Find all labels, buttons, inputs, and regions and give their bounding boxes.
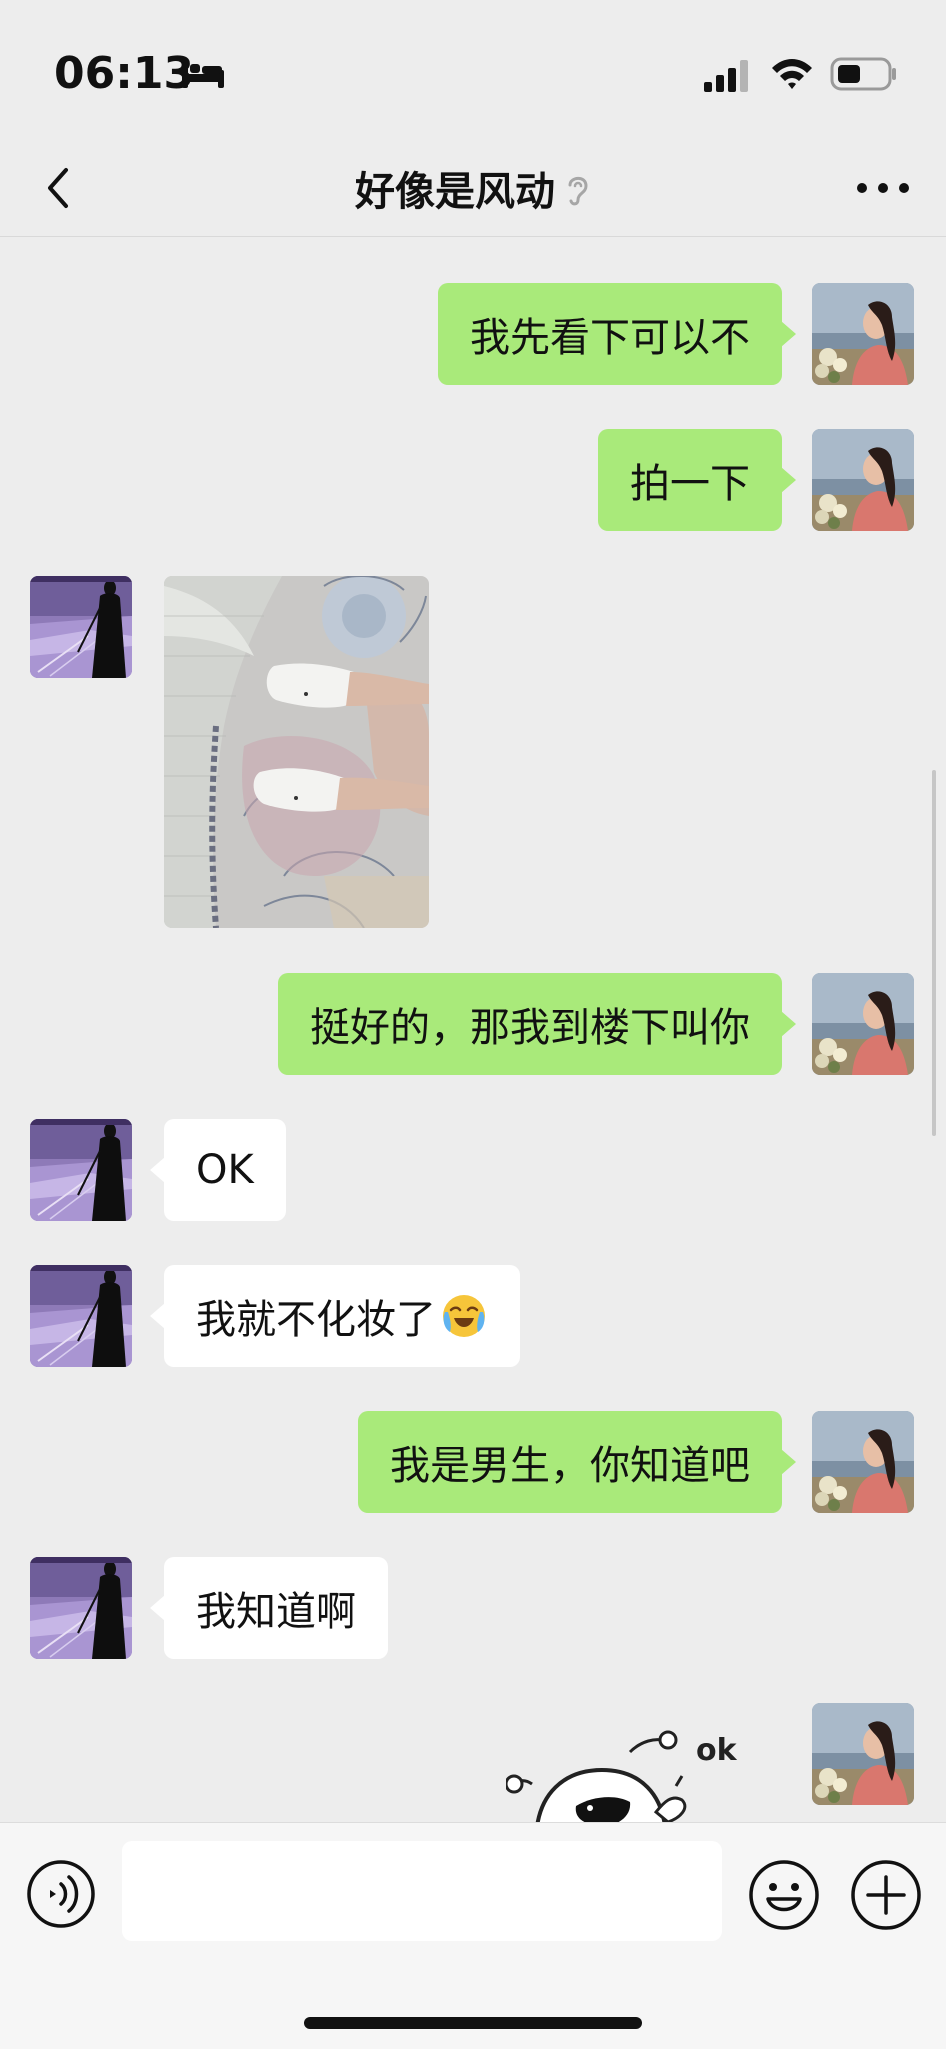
home-indicator[interactable] <box>304 2017 642 2029</box>
smiley-icon[interactable] <box>748 1859 820 1931</box>
wifi-icon <box>772 59 812 89</box>
peer-avatar[interactable] <box>30 1557 132 1659</box>
chat-header: 好像是风动 <box>0 140 946 237</box>
self-avatar[interactable] <box>812 283 914 385</box>
message-bubble-self[interactable]: 拍一下 <box>598 429 796 531</box>
plus-icon[interactable] <box>850 1859 922 1931</box>
peer-avatar[interactable] <box>30 576 132 678</box>
image-message[interactable] <box>164 576 429 928</box>
message-bubble-self[interactable]: 挺好的，那我到楼下叫你 <box>278 973 796 1075</box>
message-bubble-peer[interactable]: 我就不化妆了 <box>150 1265 520 1367</box>
message-text: OK <box>196 1147 254 1193</box>
ear-icon <box>568 176 588 206</box>
status-time: 06:13 <box>54 48 195 99</box>
message-text: 我就不化妆了 <box>196 1297 436 1343</box>
message-list[interactable]: 我先看下可以不 拍一下 挺好的，那我到楼下叫你 OK 我就不化妆了 我是男生，你… <box>0 237 946 1822</box>
loudly-crying-laughing-emoji-icon <box>443 1295 485 1337</box>
message-input[interactable] <box>122 1841 722 1941</box>
self-avatar[interactable] <box>812 429 914 531</box>
message-bubble-peer[interactable]: OK <box>150 1119 286 1221</box>
self-avatar[interactable] <box>812 973 914 1075</box>
sticker-message[interactable]: ok <box>506 1722 752 1822</box>
status-bar: 06:13 <box>0 0 946 140</box>
message-text: 我先看下可以不 <box>470 315 750 361</box>
message-bubble-self[interactable]: 我是男生，你知道吧 <box>358 1411 796 1513</box>
message-bubble-self[interactable]: 我先看下可以不 <box>438 283 796 385</box>
chat-title: 好像是风动 <box>355 169 555 215</box>
self-avatar[interactable] <box>812 1703 914 1805</box>
bed-icon <box>182 62 224 88</box>
message-text: 挺好的，那我到楼下叫你 <box>310 1005 750 1051</box>
photo-socks-on-bed <box>164 576 429 928</box>
message-text: 我是男生，你知道吧 <box>390 1443 750 1489</box>
message-text: 拍一下 <box>630 461 750 507</box>
message-bubble-peer[interactable]: 我知道啊 <box>150 1557 388 1659</box>
sticker-text: ok <box>696 1733 738 1768</box>
scroll-indicator[interactable] <box>932 770 936 1136</box>
input-bar <box>0 1822 946 2049</box>
battery-icon <box>830 57 896 91</box>
peer-avatar[interactable] <box>30 1119 132 1221</box>
more-dots-icon[interactable] <box>848 162 918 214</box>
cellular-signal-icon <box>704 60 748 92</box>
peer-avatar[interactable] <box>30 1265 132 1367</box>
self-avatar[interactable] <box>812 1411 914 1513</box>
message-text: 我知道啊 <box>196 1589 356 1635</box>
chevron-left-icon[interactable] <box>30 158 90 218</box>
voice-icon[interactable] <box>26 1859 96 1929</box>
